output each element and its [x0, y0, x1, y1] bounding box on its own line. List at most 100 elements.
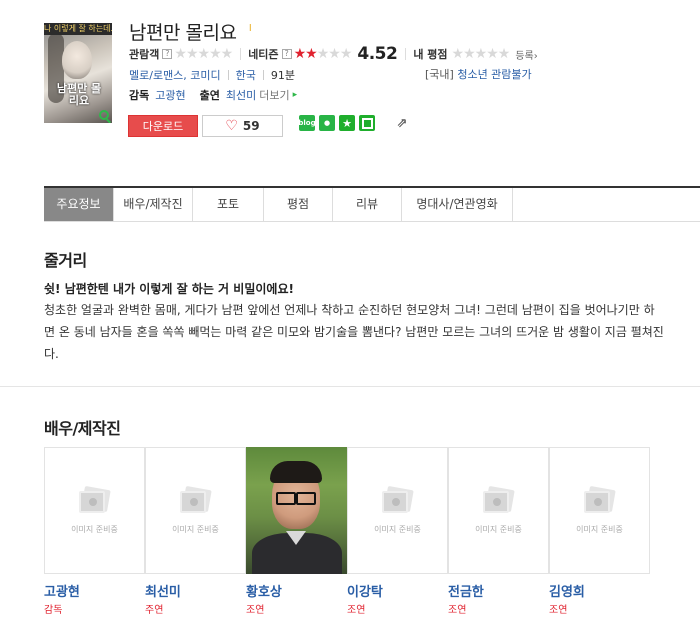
section-divider	[0, 386, 700, 387]
credits-row: 감독 고광현 출연 최선미 더보기 ▸	[129, 87, 297, 103]
help-icon[interactable]: ?	[281, 49, 292, 59]
download-button[interactable]: 다운로드	[128, 115, 198, 137]
cast-card[interactable]: 이미지 준비중 전금한 조연	[448, 447, 549, 616]
star-icon: ★	[328, 46, 341, 62]
bookmark-star-icon[interactable]: ★	[339, 115, 355, 131]
no-image-text: 이미지 준비중	[475, 525, 522, 534]
cast-name[interactable]: 고광현	[44, 581, 145, 600]
cast-role: 감독	[44, 605, 63, 616]
director-link[interactable]: 고광현	[155, 87, 185, 103]
poster-title: 남편만 몰리요	[56, 82, 102, 107]
share-bar: blog ● ★ ⇗	[298, 115, 409, 131]
tab-bar: 주요정보 배우/제작진 포토 평점 리뷰 명대사/연관영화	[44, 186, 700, 222]
netizen-stars: ★ ★ ★ ★ ★	[294, 46, 353, 62]
cast-name[interactable]: 황호상	[246, 581, 347, 600]
info-row: 멜로/로맨스, 코미디 한국 91분	[129, 67, 295, 83]
divider	[405, 48, 407, 60]
cast-name[interactable]: 최선미	[145, 581, 246, 600]
tab-photo[interactable]: 포토	[193, 188, 263, 221]
no-image-placeholder[interactable]: 이미지 준비중	[448, 447, 549, 574]
cast-role: 조연	[246, 605, 265, 616]
cast-role: 조연	[347, 605, 366, 616]
title-marker: l	[249, 24, 252, 34]
synopsis-title: 줄거리	[44, 251, 87, 270]
tab-rating[interactable]: 평점	[264, 188, 332, 221]
no-image-icon	[582, 485, 618, 516]
synopsis-body: 청초한 얼굴과 완벽한 몸매, 게다가 남편 앞에선 언제나 착하고 순진하던 …	[44, 303, 664, 361]
more-arrow-icon: ▸	[292, 90, 298, 100]
star-icon: ★	[185, 46, 199, 62]
tab-quotes-related[interactable]: 명대사/연관영화	[402, 188, 512, 221]
star-icon: ★	[305, 46, 318, 62]
star-icon: ★	[220, 46, 234, 62]
tab-main-info[interactable]: 주요정보	[44, 188, 113, 221]
divider	[240, 48, 242, 60]
band-share-icon[interactable]	[359, 115, 375, 131]
genre-link[interactable]: 멜로/로맨스, 코미디	[129, 67, 221, 83]
zoom-icon[interactable]	[99, 110, 109, 120]
audience-rating-label: 관람객	[129, 48, 160, 61]
share-icon[interactable]: ⇗	[395, 116, 409, 131]
star-icon: ★	[339, 46, 353, 62]
no-image-text: 이미지 준비중	[71, 525, 118, 534]
rating-row: 관람객 ? ★ ★ ★ ★ ★ 네티즌 ? ★ ★ ★ ★ ★ 4.52 내 평점 ★ ★ ★ ★ ★ …	[129, 44, 538, 64]
cast-role: 주연	[145, 605, 164, 616]
tab-review[interactable]: 리뷰	[333, 188, 401, 221]
my-rating-stars[interactable]: ★ ★ ★ ★ ★	[451, 46, 511, 62]
poster-face	[62, 41, 92, 79]
divider	[512, 188, 513, 221]
cast-name[interactable]: 전금한	[448, 581, 549, 600]
star-icon: ★	[209, 46, 222, 62]
photo-glasses	[276, 492, 316, 505]
poster-tagline: 나 이렇게 잘 하는데...	[44, 23, 112, 35]
cast-card[interactable]: 이미지 준비중 김영희 조연	[549, 447, 650, 616]
talk-share-icon[interactable]: ●	[319, 115, 335, 131]
cast-card[interactable]: 이미지 준비중 고광현 감독	[44, 447, 145, 616]
tab-cast-crew[interactable]: 배우/제작진	[114, 188, 192, 221]
no-image-icon	[481, 485, 517, 516]
divider	[262, 70, 264, 80]
divider	[227, 70, 229, 80]
like-count: 59	[242, 119, 260, 133]
audience-stars: ★ ★ ★ ★ ★	[174, 46, 234, 62]
runtime: 91분	[270, 69, 296, 82]
cast-name[interactable]: 김영희	[549, 581, 650, 600]
synopsis-headline: 쉿! 남편한텐 내가 이렇게 잘 하는 거 비밀이에요!	[44, 282, 294, 296]
no-image-placeholder[interactable]: 이미지 준비중	[347, 447, 448, 574]
more-link[interactable]: 더보기	[259, 87, 289, 103]
no-image-icon	[380, 485, 416, 516]
cast-card[interactable]: 황호상 조연	[246, 447, 347, 616]
country-link[interactable]: 한국	[236, 67, 256, 83]
photo-hair	[270, 461, 322, 483]
star-icon: ★	[486, 46, 499, 62]
cast-card[interactable]: 이미지 준비중 이강탁 조연	[347, 447, 448, 616]
grade-link[interactable]: 청소년 관람불가	[457, 68, 531, 81]
netizen-score: 4.52	[357, 44, 398, 64]
register-rating-link[interactable]: 등록›	[515, 47, 537, 62]
my-rating-label: 내 평점	[413, 48, 448, 61]
like-button[interactable]: ♡ 59	[202, 115, 283, 137]
no-image-text: 이미지 준비중	[576, 525, 623, 534]
movie-poster[interactable]: 나 이렇게 잘 하는데... 남편만 몰리요	[44, 23, 112, 123]
cast-link[interactable]: 최선미	[226, 87, 256, 103]
director-label: 감독	[129, 89, 150, 102]
no-image-icon	[178, 485, 214, 516]
star-icon: ★	[463, 46, 476, 62]
cast-name[interactable]: 이강탁	[347, 581, 448, 600]
help-icon[interactable]: ?	[162, 49, 173, 59]
star-icon: ★	[497, 46, 511, 62]
no-image-icon	[77, 485, 113, 516]
blog-share-icon[interactable]: blog	[298, 115, 316, 131]
netizen-rating-label: 네티즌	[248, 48, 279, 61]
heart-icon: ♡	[225, 118, 238, 134]
cast-card[interactable]: 이미지 준비중 최선미 주연	[145, 447, 246, 616]
grade-region: [국내]	[425, 68, 454, 81]
star-icon: ★	[451, 46, 465, 62]
page-title: 남편만 몰리요	[129, 22, 237, 44]
no-image-placeholder[interactable]: 이미지 준비중	[145, 447, 246, 574]
no-image-placeholder[interactable]: 이미지 준비중	[44, 447, 145, 574]
actor-photo[interactable]	[246, 447, 347, 574]
star-icon: ★	[174, 46, 187, 62]
register-rating-label: 등록	[515, 50, 534, 62]
no-image-placeholder[interactable]: 이미지 준비중	[549, 447, 650, 574]
